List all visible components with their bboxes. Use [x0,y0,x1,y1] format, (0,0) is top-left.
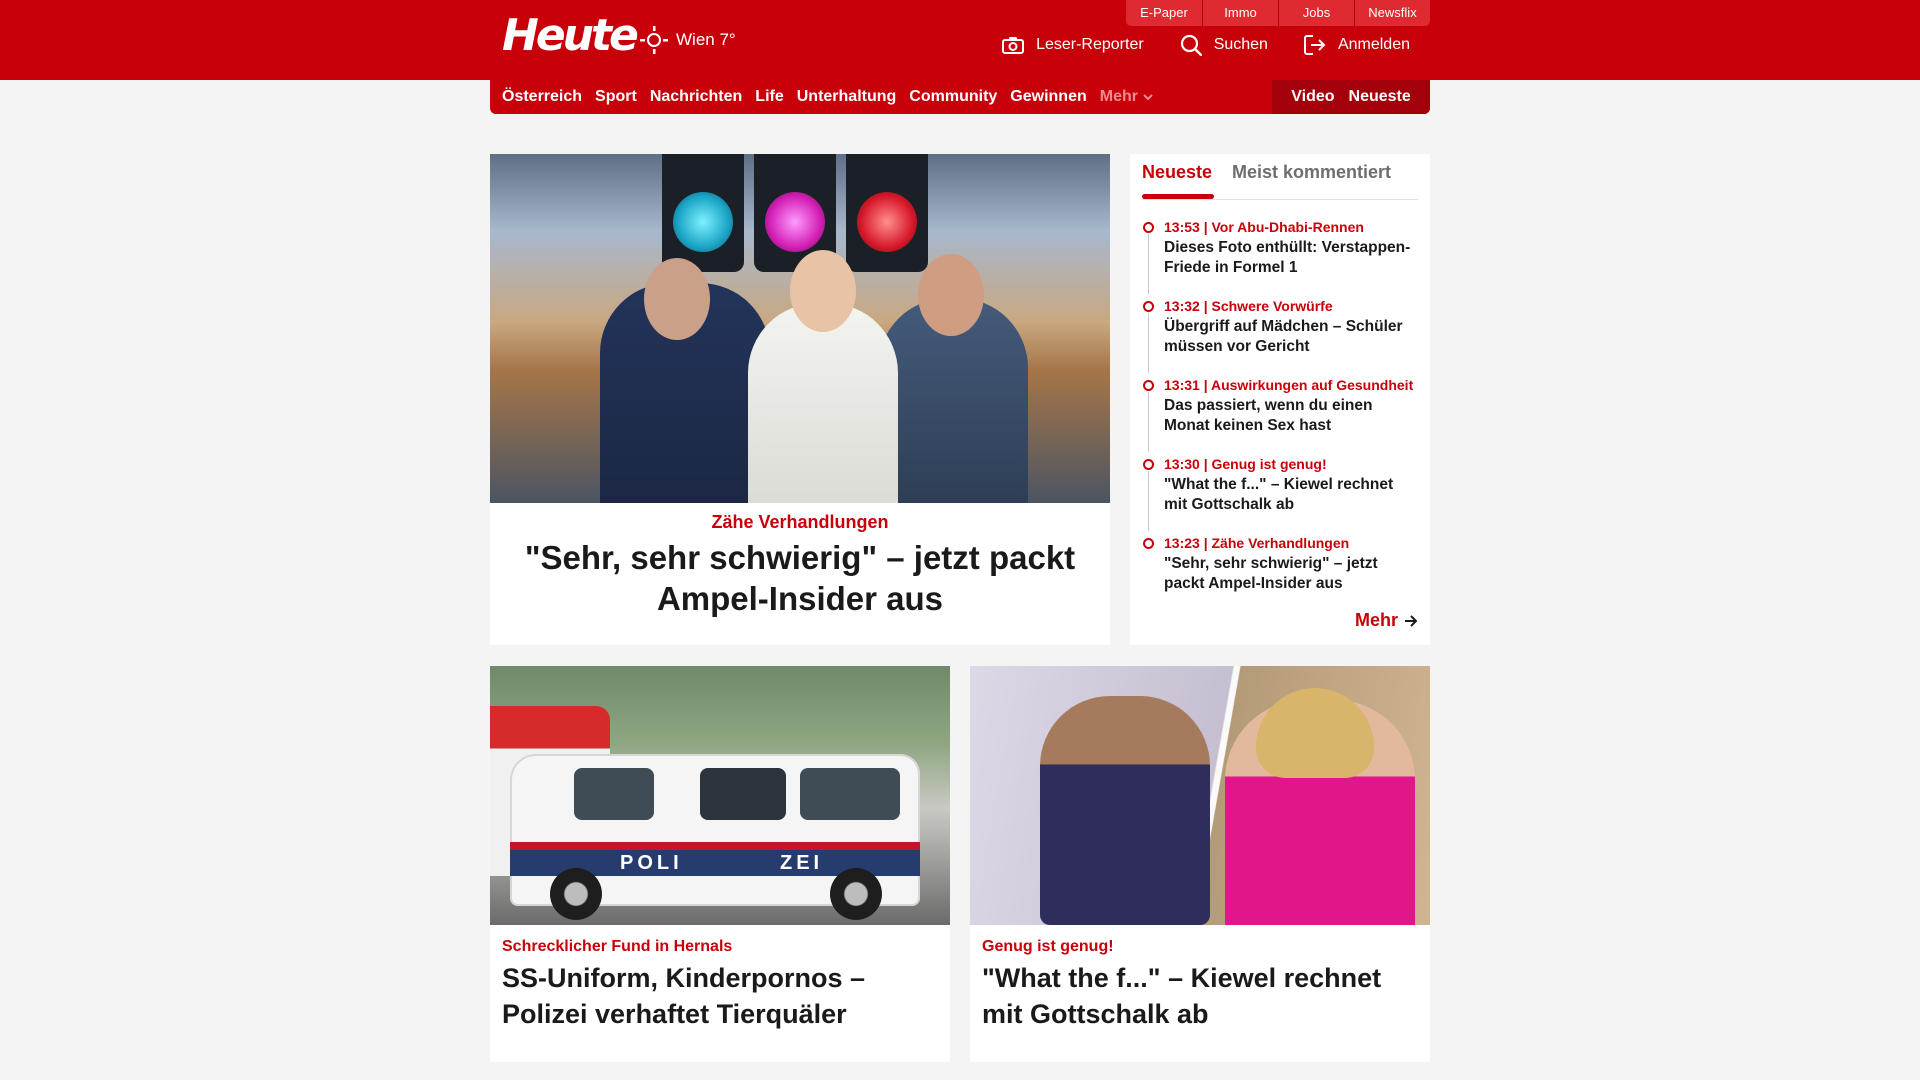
login-icon [1303,35,1326,55]
card-title[interactable]: SS-Uniform, Kinderpornos – Polizei verha… [502,960,932,1032]
van-window [800,768,900,820]
header-inner: Heute Wien 7° E-Paper Immo Jobs Newsflix… [490,0,1430,80]
politician-center [748,303,898,503]
nav-life[interactable]: Life [755,88,783,106]
hero-kicker: Zähe Verhandlungen [711,512,889,532]
nav-community[interactable]: Community [909,88,997,106]
link-newsflix[interactable]: Newsflix [1354,0,1430,26]
sun-icon [640,26,668,54]
site-logo[interactable]: Heute [502,10,639,62]
card-title[interactable]: "What the f..." – Kiewel rechnet mit Got… [982,960,1412,1032]
news-title[interactable]: Das passiert, wenn du einen Monat keinen… [1164,396,1418,436]
top-links: E-Paper Immo Jobs Newsflix [1126,0,1430,26]
traffic-light-turquoise [662,154,744,272]
traffic-light-red [846,154,928,272]
nav-categories: Österreich Sport Nachrichten Life Unterh… [502,80,1153,114]
arrow-right-icon [1405,614,1418,627]
tab-neueste[interactable]: Neueste [1142,162,1215,199]
timeline-dot-icon [1143,380,1154,391]
card-kicker: Genug ist genug! [982,938,1114,955]
man-figure [1040,696,1210,925]
site-header: Heute Wien 7° E-Paper Immo Jobs Newsflix… [0,0,1920,80]
head-left [644,258,710,340]
reporter-label: Leser-Reporter [1036,36,1144,53]
nav-more[interactable]: Mehr [1100,88,1153,106]
article-card-gottschalk[interactable]: Genug ist genug! "What the f..." – Kiewe… [970,666,1430,1062]
news-meta: 13:32 | Schwere Vorwürfe [1164,298,1333,314]
nav-neueste[interactable]: Neueste [1349,88,1411,106]
police-van-image[interactable]: POLI ZEI [490,666,950,925]
police-van: POLI ZEI [510,754,920,920]
van-stripe-red [510,842,920,850]
timeline-line [1148,313,1149,373]
link-epaper[interactable]: E-Paper [1126,0,1202,26]
chevron-down-icon [1143,93,1153,100]
timeline-dot-icon [1143,222,1154,233]
camera-icon [1002,37,1025,54]
news-title[interactable]: "Sehr, sehr schwierig" – jetzt packt Amp… [1164,554,1418,594]
link-immo[interactable]: Immo [1202,0,1278,26]
news-title[interactable]: Dieses Foto enthüllt: Verstappen-Friede … [1164,238,1418,278]
hero-image[interactable] [490,154,1110,503]
article-card-police[interactable]: POLI ZEI Schrecklicher Fund in Hernals S… [490,666,950,1062]
nav-sport[interactable]: Sport [595,88,637,106]
link-jobs[interactable]: Jobs [1278,0,1354,26]
timeline-dot-icon [1143,538,1154,549]
van-lettering-right: ZEI [780,852,824,874]
nav-unterhaltung[interactable]: Unterhaltung [797,88,897,106]
van-window [574,768,654,820]
news-list: 13:53 | Vor Abu-Dhabi-Rennen Dieses Foto… [1142,218,1418,613]
nav-nachrichten[interactable]: Nachrichten [650,88,742,106]
leser-reporter-button[interactable]: Leser-Reporter [1002,36,1144,54]
list-item[interactable]: 13:31 | Auswirkungen auf Gesundheit Das … [1142,376,1418,455]
head-center [790,250,856,332]
woman-hair [1256,688,1374,778]
list-item[interactable]: 13:53 | Vor Abu-Dhabi-Rennen Dieses Foto… [1142,218,1418,297]
nav-highlights: Video Neueste [1272,80,1430,114]
card-kicker: Schrecklicher Fund in Hernals [502,938,733,955]
list-item[interactable]: 13:30 | Genug ist genug! "What the f..."… [1142,455,1418,534]
gottschalk-kiewel-image[interactable] [970,666,1430,925]
hero-title[interactable]: "Sehr, sehr schwierig" – jetzt packt Amp… [520,537,1080,619]
main-nav: Österreich Sport Nachrichten Life Unterh… [490,80,1430,114]
login-label: Anmelden [1337,36,1410,53]
timeline-dot-icon [1143,301,1154,312]
sidebar-more-link[interactable]: Mehr [1355,610,1418,631]
timeline-dot-icon [1143,459,1154,470]
timeline-line [1148,471,1149,531]
search-label: Suchen [1213,36,1268,53]
sidebar-tabs: Neueste Meist kommentiert [1142,154,1418,200]
news-title[interactable]: Übergriff auf Mädchen – Schüler müssen v… [1164,317,1418,357]
head-right [918,254,984,336]
weather-widget[interactable]: Wien 7° [640,26,736,54]
search-button[interactable]: Suchen [1180,34,1268,56]
van-wheel [550,868,602,920]
latest-news-sidebar: Neueste Meist kommentiert 13:53 | Vor Ab… [1130,154,1430,645]
login-button[interactable]: Anmelden [1303,35,1410,55]
sidebar-more-label: Mehr [1354,610,1398,630]
weather-label: Wien 7° [676,30,736,49]
header-actions: Leser-Reporter Suchen Anmelden [1002,34,1410,56]
nav-oesterreich[interactable]: Österreich [502,88,582,106]
news-meta: 13:53 | Vor Abu-Dhabi-Rennen [1164,219,1364,235]
nav-more-label: Mehr [1099,88,1138,105]
hero-article[interactable]: Zähe Verhandlungen "Sehr, sehr schwierig… [490,154,1110,645]
timeline-line [1148,392,1149,452]
van-window [700,768,786,820]
search-icon [1180,34,1202,56]
list-item[interactable]: 13:23 | Zähe Verhandlungen "Sehr, sehr s… [1142,534,1418,613]
nav-gewinnen[interactable]: Gewinnen [1010,88,1086,106]
news-meta: 13:31 | Auswirkungen auf Gesundheit [1164,377,1414,393]
news-meta: 13:30 | Genug ist genug! [1164,456,1327,472]
tab-meist-kommentiert[interactable]: Meist kommentiert [1232,162,1391,183]
news-meta: 13:23 | Zähe Verhandlungen [1164,535,1350,551]
news-title[interactable]: "What the f..." – Kiewel rechnet mit Got… [1164,475,1418,515]
nav-video[interactable]: Video [1291,88,1334,106]
van-lettering-left: POLI [620,852,683,874]
van-wheel [830,868,882,920]
list-item[interactable]: 13:32 | Schwere Vorwürfe Übergriff auf M… [1142,297,1418,376]
timeline-line [1148,234,1149,294]
